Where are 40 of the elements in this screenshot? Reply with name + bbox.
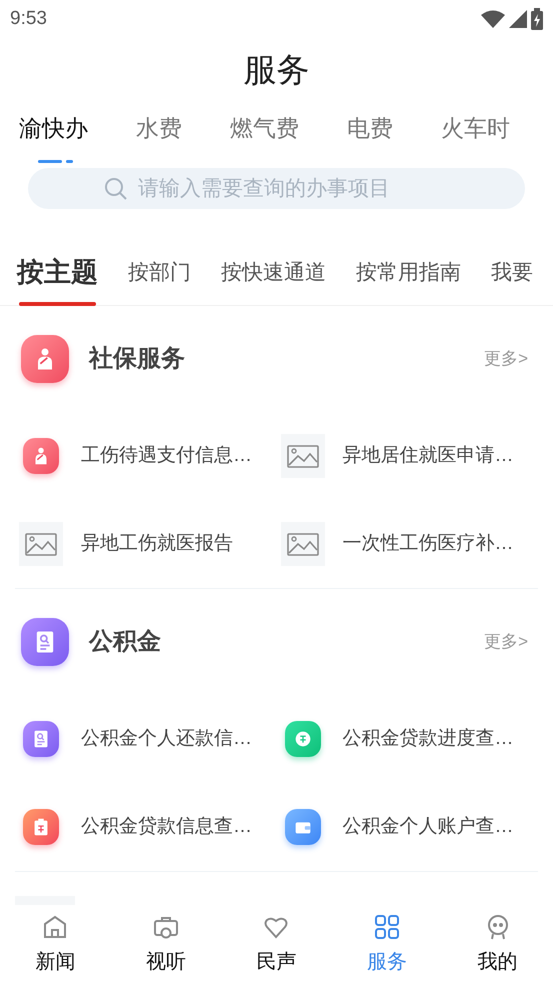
topic-tab[interactable]: 按快速通道 — [221, 249, 326, 306]
injured-person-icon — [23, 438, 59, 474]
topic-tab[interactable]: 按主题 — [17, 249, 98, 306]
category-tab[interactable]: 水费 — [136, 102, 182, 168]
injured-person-icon — [21, 335, 69, 383]
category-tab[interactable]: 燃气费 — [230, 102, 299, 168]
topic-tab[interactable]: 按常用指南 — [356, 249, 461, 306]
signal-icon — [509, 10, 527, 28]
nav-tab[interactable]: 视听 — [110, 905, 222, 984]
document-search-icon — [23, 721, 59, 757]
service-item[interactable]: 一次性工伤医疗补… — [276, 500, 538, 588]
search-field[interactable]: 请输入需要查询的办事项目 — [28, 168, 525, 209]
search-icon — [103, 176, 129, 202]
section-title: 社保服务 — [89, 344, 185, 374]
service-item[interactable]: 公积金贷款信息查… — [15, 783, 276, 871]
nav-tab[interactable]: 我的 — [442, 905, 553, 984]
category-tab[interactable]: 渝快办 — [19, 102, 88, 168]
service-item[interactable]: 异地居住就医申请… — [276, 412, 538, 500]
service-item[interactable]: 异地工伤就医报告 — [15, 500, 276, 588]
status-time: 9:53 — [10, 6, 47, 31]
grid-icon — [373, 913, 402, 941]
wifi-icon — [481, 10, 505, 28]
service-item[interactable]: 公积金个人账户查… — [276, 783, 538, 871]
category-tab[interactable]: 电费 — [347, 102, 393, 168]
topic-tab[interactable]: 按部门 — [128, 249, 191, 306]
service-item[interactable]: 公积金个人还款信… — [15, 695, 276, 783]
nav-tab[interactable]: 民声 — [221, 905, 332, 984]
nav-tab[interactable]: 服务 — [332, 905, 442, 984]
document-search-icon — [21, 618, 69, 666]
wallet-icon — [284, 809, 320, 845]
category-tab[interactable]: 火车时 — [441, 102, 510, 168]
coin-badge-icon — [284, 721, 320, 757]
clipboard-icon — [23, 809, 59, 845]
topic-tab[interactable]: 我要 — [491, 249, 533, 306]
nav-tab[interactable]: 新闻 — [0, 905, 111, 984]
page-title: 服务 — [244, 50, 310, 90]
service-item[interactable]: 工伤待遇支付信息… — [15, 412, 276, 500]
section-title: 公积金 — [89, 627, 161, 657]
battery-icon — [531, 8, 543, 30]
service-item[interactable]: 公积金贷款进度查… — [276, 695, 538, 783]
